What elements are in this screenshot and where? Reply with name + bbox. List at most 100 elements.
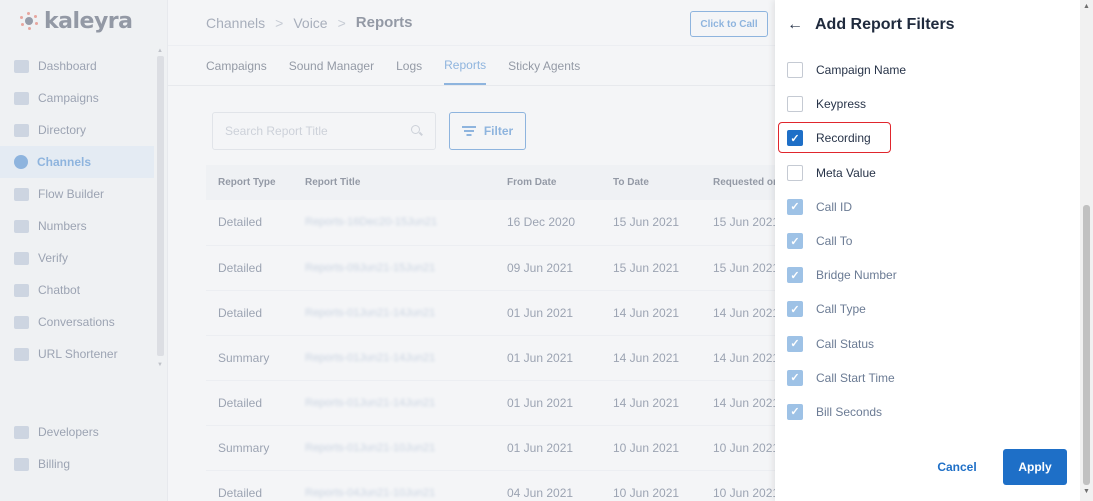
sidebar-item-conversations[interactable]: Conversations <box>0 306 154 338</box>
table-cell-to-date: 10 Jun 2021 <box>601 425 701 471</box>
filter-button[interactable]: Filter <box>449 112 526 150</box>
click-to-call-button[interactable]: Click to Call <box>690 11 768 37</box>
channels-icon <box>14 155 28 169</box>
table-row[interactable]: Detailed Reports-01Jun21-14Jun21 01 Jun 20… <box>206 290 775 336</box>
flow-icon <box>14 187 29 201</box>
sidebar-item-label: URL Shortener <box>38 347 118 361</box>
sidebar-item-verify[interactable]: Verify <box>0 242 154 274</box>
table-cell-report-type: Detailed <box>206 470 293 501</box>
table-cell-from-date: 01 Jun 2021 <box>495 335 601 381</box>
table-cell-to-date: 15 Jun 2021 <box>601 200 701 246</box>
table-cell-report-title: Reports-09Jun21-15Jun21 <box>293 245 495 291</box>
shield-icon <box>14 251 29 265</box>
filter-option-keypress[interactable]: Keypress <box>787 87 1067 121</box>
filter-list: Campaign Name Keypress ✓ Recording Meta Valu… <box>778 53 1067 429</box>
filter-option-meta-value[interactable]: Meta Value <box>787 156 1067 190</box>
checkbox[interactable] <box>787 62 803 79</box>
tab-logs[interactable]: Logs <box>396 46 422 85</box>
sidebar-item-billing[interactable]: Billing <box>0 448 154 480</box>
tab-sticky-agents[interactable]: Sticky Agents <box>508 46 580 85</box>
sidebar-item-label: Directory <box>38 123 87 137</box>
bar-chart-icon <box>14 59 29 73</box>
search-box[interactable] <box>212 112 436 150</box>
table-cell-requested-on: 14 Jun 2021 <box>701 290 775 336</box>
filter-option-call-status: ✓ Call Status <box>787 327 1067 361</box>
filter-option-label: Call To <box>816 234 853 249</box>
panel-scrollbar-thumb[interactable] <box>1083 205 1090 485</box>
sidebar-item-label: Developers <box>38 425 99 439</box>
table-row[interactable]: Detailed Reports-01Jun21-14Jun21 01 Jun 20… <box>206 380 775 426</box>
checkbox: ✓ <box>787 301 803 318</box>
checkmark-icon: ✓ <box>790 303 800 316</box>
sidebar-item-dashboard[interactable]: Dashboard <box>0 50 154 82</box>
tab-reports[interactable]: Reports <box>444 46 487 85</box>
search-icon[interactable] <box>411 125 423 137</box>
checkbox[interactable] <box>787 96 803 113</box>
column-header-report-type[interactable]: Report Type <box>206 165 293 200</box>
filter-option-label: Keypress <box>816 97 867 112</box>
sidebar-item-label: Numbers <box>38 219 87 233</box>
tab-bar: Campaigns Sound Manager Logs Reports Sticky … <box>168 46 775 86</box>
column-header-requested-on[interactable]: Requested on <box>701 165 775 200</box>
table-cell-requested-on: 15 Jun 2021 <box>701 200 775 246</box>
table-row[interactable]: Summary Reports-01Jun21-14Jun21 01 Jun 202… <box>206 335 775 381</box>
back-arrow-icon[interactable]: ← <box>787 16 803 34</box>
sidebar-item-channels[interactable]: Channels <box>0 146 154 178</box>
sidebar-item-url-shortener[interactable]: URL Shortener <box>0 338 154 370</box>
breadcrumb-voice[interactable]: Voice <box>293 15 327 31</box>
kaleyra-logo[interactable]: kaleyra <box>20 8 133 34</box>
sidebar-scrollbar[interactable]: ▲ ▼ <box>155 48 166 373</box>
table-row[interactable]: Detailed Reports-04Jun21-10Jun21 04 Jun 20… <box>206 470 775 501</box>
checkmark-icon: ✓ <box>790 235 800 248</box>
checkbox: ✓ <box>787 369 803 386</box>
logo-mark-icon <box>20 12 38 30</box>
filter-option-bill-seconds: ✓ Bill Seconds <box>787 395 1067 429</box>
sidebar-item-label: Dashboard <box>38 59 97 73</box>
table-row[interactable]: Detailed Reports-16Dec20-15Jun21 16 Dec 20… <box>206 200 775 246</box>
filter-option-recording[interactable]: ✓ Recording <box>778 121 1067 155</box>
card-icon <box>14 457 29 471</box>
checkbox: ✓ <box>787 198 803 215</box>
column-header-from-date[interactable]: From Date <box>495 165 601 200</box>
table-cell-requested-on: 10 Jun 2021 <box>701 425 775 471</box>
code-icon <box>14 425 29 439</box>
sidebar-item-campaigns[interactable]: Campaigns <box>0 82 154 114</box>
filter-option-label: Meta Value <box>816 165 876 180</box>
sidebar-item-label: Chatbot <box>38 283 81 297</box>
sidebar-nav: Dashboard Campaigns Directory Channels Flow … <box>0 50 154 370</box>
sidebar-item-label: Campaigns <box>38 91 99 105</box>
column-header-report-title[interactable]: Report Title <box>293 165 495 200</box>
filter-option-label: Call Status <box>816 336 875 351</box>
tab-campaigns[interactable]: Campaigns <box>206 46 267 85</box>
panel-scrollbar[interactable]: ▲ ▼ <box>1080 0 1093 501</box>
sidebar-item-directory[interactable]: Directory <box>0 114 154 146</box>
filter-option-label: Call ID <box>816 199 853 214</box>
checkbox: ✓ <box>787 267 803 284</box>
table-cell-to-date: 10 Jun 2021 <box>601 470 701 501</box>
filter-option-call-id: ✓ Call ID <box>787 190 1067 224</box>
table-cell-report-title: Reports-01Jun21-14Jun21 <box>293 290 495 336</box>
column-header-to-date[interactable]: To Date <box>601 165 701 200</box>
table-row[interactable]: Summary Reports-01Jun21-10Jun21 01 Jun 202… <box>206 425 775 471</box>
breadcrumb-channels[interactable]: Channels <box>206 15 265 31</box>
breadcrumb-separator: > <box>337 14 346 31</box>
tab-sound-manager[interactable]: Sound Manager <box>289 46 374 85</box>
cancel-button[interactable]: Cancel <box>919 452 995 482</box>
filter-option-label: Bridge Number <box>816 268 897 283</box>
sidebar-item-flow-builder[interactable]: Flow Builder <box>0 178 154 210</box>
checkmark-icon: ✓ <box>790 338 800 351</box>
filter-option-label: Campaign Name <box>816 63 907 78</box>
table-row[interactable]: Detailed Reports-09Jun21-15Jun21 09 Jun 20… <box>206 245 775 291</box>
search-input[interactable] <box>225 124 411 138</box>
checkbox[interactable] <box>787 164 803 181</box>
table-cell-requested-on: 10 Jun 2021 <box>701 470 775 501</box>
sidebar-item-label: Billing <box>38 457 71 471</box>
filter-option-call-to: ✓ Call To <box>787 224 1067 258</box>
sidebar-item-numbers[interactable]: Numbers <box>0 210 154 242</box>
sidebar-item-chatbot[interactable]: Chatbot <box>0 274 154 306</box>
sidebar-bottom-nav: Developers Billing <box>0 416 154 480</box>
sidebar-item-developers[interactable]: Developers <box>0 416 154 448</box>
filter-option-campaign-name[interactable]: Campaign Name <box>787 53 1067 87</box>
apply-button[interactable]: Apply <box>1003 449 1067 485</box>
filter-option-call-start-time: ✓ Call Start Time <box>787 361 1067 395</box>
